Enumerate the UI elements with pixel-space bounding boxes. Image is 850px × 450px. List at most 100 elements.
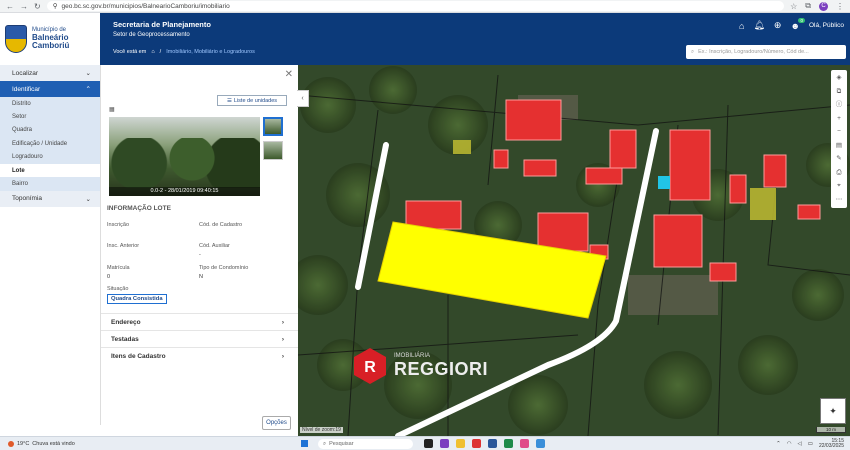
- basemap-icon[interactable]: ⧉: [837, 87, 842, 98]
- profile-avatar[interactable]: C: [819, 1, 828, 11]
- site-info-icon[interactable]: ⚲: [53, 2, 58, 10]
- submenu-logradouro[interactable]: Logradouro: [0, 151, 100, 164]
- logo-line3: Camboriú: [32, 41, 70, 51]
- accordion-itens-cadastro[interactable]: Itens de Cadastro ›: [101, 347, 298, 364]
- submenu-lote[interactable]: Lote: [0, 163, 100, 178]
- tipo-condominio-label: Tipo de Condomínio: [199, 265, 249, 271]
- windows-taskbar: 19°C Chuva está vindo ⌕ Pesquisar ⌃ ◠ ◁ …: [0, 436, 850, 450]
- home-nav-icon[interactable]: ⌂: [739, 21, 744, 31]
- layers-icon[interactable]: ◈: [837, 73, 842, 84]
- chevron-down-icon: ⌄: [85, 70, 91, 77]
- matricula-label: Matrícula: [107, 265, 130, 271]
- app-icon-1[interactable]: [440, 439, 449, 448]
- app-icon-3[interactable]: [520, 439, 529, 448]
- search-input[interactable]: ⌕ Ex.: Inscrição, Logradouro/Número, Cód…: [686, 45, 846, 59]
- options-button[interactable]: Opções: [262, 416, 291, 430]
- user-icon[interactable]: ☻ 0: [790, 17, 805, 31]
- taskbar-search[interactable]: ⌕ Pesquisar: [318, 439, 413, 449]
- breadcrumb: Você está em ⌂ / Imobiliário, Mobiliário…: [113, 49, 255, 55]
- menu-identificar[interactable]: Identificar ⌃: [0, 81, 100, 97]
- lot-photo[interactable]: 0.0-2 - 28/01/2019 09:40:15: [109, 117, 260, 196]
- bookmark-star-icon[interactable]: ☆: [790, 2, 797, 11]
- photo-thumbnail-1[interactable]: [263, 117, 283, 136]
- identificar-submenu: Distrito Setor Quadra Edificação / Unida…: [0, 97, 100, 191]
- volume-icon[interactable]: ◁: [798, 441, 802, 447]
- weather-icon: [8, 440, 14, 447]
- situacao-label: Situação: [107, 286, 129, 292]
- more-icon[interactable]: ⋯: [836, 195, 843, 206]
- matricula-value: 0: [107, 274, 111, 280]
- photo-vegetation: [109, 138, 260, 188]
- photo-thumbnail-2[interactable]: [263, 141, 283, 160]
- zoom-in-icon[interactable]: +: [837, 114, 841, 125]
- info-icon[interactable]: ⓘ: [836, 100, 843, 111]
- measure-icon[interactable]: ✎: [836, 154, 841, 165]
- back-icon[interactable]: ←: [6, 2, 14, 11]
- weather-widget[interactable]: 19°C Chuva está vindo: [8, 440, 75, 447]
- realestate-watermark: R IMOBILIÁRIA REGGIORI: [350, 346, 488, 386]
- globe-icon[interactable]: ⊕: [774, 20, 782, 31]
- accordion-testadas[interactable]: Testadas ›: [101, 330, 298, 347]
- status-badge: Quadra Consistida: [107, 294, 167, 304]
- bell-icon[interactable]: 🔔︎: [753, 20, 764, 31]
- task-view-icon[interactable]: [424, 439, 433, 448]
- units-list-label: Liste de unidades: [233, 97, 278, 104]
- reload-icon[interactable]: ↻: [34, 2, 41, 11]
- chevron-up-icon[interactable]: ⌃: [776, 441, 781, 447]
- user-greeting[interactable]: Olá, Público: [809, 22, 844, 29]
- cod-cadastro-label: Cód. de Cadastro: [199, 222, 243, 228]
- submenu-quadra[interactable]: Quadra: [0, 124, 100, 137]
- zoom-out-icon[interactable]: −: [837, 127, 841, 138]
- browser-icon[interactable]: [536, 439, 545, 448]
- search-icon: ⌕: [691, 48, 695, 55]
- menu-localizar[interactable]: Localizar ⌄: [0, 65, 100, 81]
- accordion-endereco[interactable]: Endereço ›: [101, 313, 298, 330]
- clock-date: 22/03/2025: [818, 442, 844, 449]
- municipality-logo[interactable]: Município de Balneário Camboriú: [0, 13, 100, 65]
- address-bar[interactable]: ⚲ geo.bc.sc.gov.br/municipios/BalnearioC…: [46, 1, 785, 11]
- accordion-endereco-label: Endereço: [111, 318, 141, 326]
- browser-menu-icon[interactable]: ⋮: [836, 2, 844, 11]
- wifi-icon[interactable]: ◠: [787, 441, 792, 447]
- chevron-left-icon: ‹: [301, 95, 304, 102]
- print-icon[interactable]: ⎙: [836, 168, 841, 179]
- menu-toponimia[interactable]: Toponímia ⌄: [0, 190, 100, 207]
- chevron-down-icon: ⌄: [85, 195, 91, 203]
- chevron-right-icon: ›: [281, 352, 284, 360]
- submenu-edificacao[interactable]: Edificação / Unidade: [0, 137, 100, 150]
- units-list-button[interactable]: ☰ Liste de unidades: [217, 95, 287, 106]
- app-icon-2[interactable]: [472, 439, 481, 448]
- close-icon[interactable]: ✕: [285, 69, 293, 80]
- accordion-itens-label: Itens de Cadastro: [111, 352, 166, 360]
- extensions-icon[interactable]: ⧉: [805, 1, 811, 11]
- file-explorer-icon[interactable]: [456, 439, 465, 448]
- cod-auxiliar-label: Cód. Auxiliar: [199, 243, 230, 249]
- breadcrumb-link[interactable]: Imobiliário, Mobiliário e Logradouros: [166, 49, 255, 55]
- accordion-testadas-label: Testadas: [111, 335, 139, 343]
- word-icon[interactable]: [488, 439, 497, 448]
- system-clock[interactable]: 15:15 22/03/2025: [818, 438, 844, 449]
- map-view[interactable]: R IMOBILIÁRIA REGGIORI ◈ ⧉ ⓘ + − ▤ ✎ ⎙ ⌖…: [298, 65, 850, 436]
- battery-icon[interactable]: ▭: [808, 441, 813, 447]
- forward-icon[interactable]: →: [20, 2, 28, 11]
- breadcrumb-separator: /: [159, 49, 162, 55]
- excel-icon[interactable]: [504, 439, 513, 448]
- url-text: geo.bc.sc.gov.br/municipios/BalnearioCam…: [61, 2, 230, 10]
- app-header: Secretaria de Planejamento Setor de Geop…: [100, 13, 850, 65]
- taskbar-apps: [424, 439, 545, 448]
- submenu-setor[interactable]: Setor: [0, 110, 100, 123]
- submenu-bairro[interactable]: Bairro: [0, 177, 100, 190]
- submenu-distrito[interactable]: Distrito: [0, 97, 100, 110]
- map-icon[interactable]: ▤: [836, 141, 842, 152]
- menu-localizar-label: Localizar: [12, 69, 39, 77]
- header-subtitle: Setor de Geoprocessamento: [113, 32, 190, 38]
- windows-start-icon[interactable]: [301, 440, 308, 447]
- collapse-panel-button[interactable]: ‹: [297, 90, 309, 107]
- overview-map[interactable]: ✦: [820, 398, 846, 424]
- locate-icon[interactable]: ⌖: [837, 181, 841, 192]
- home-icon[interactable]: ⌂: [151, 49, 154, 55]
- overview-map-icon: ✦: [829, 405, 837, 416]
- gallery-grid-icon[interactable]: ▦: [109, 106, 115, 113]
- map-toolbar: ◈ ⧉ ⓘ + − ▤ ✎ ⎙ ⌖ ⋯: [831, 70, 847, 208]
- breadcrumb-prefix: Você está em: [113, 49, 147, 55]
